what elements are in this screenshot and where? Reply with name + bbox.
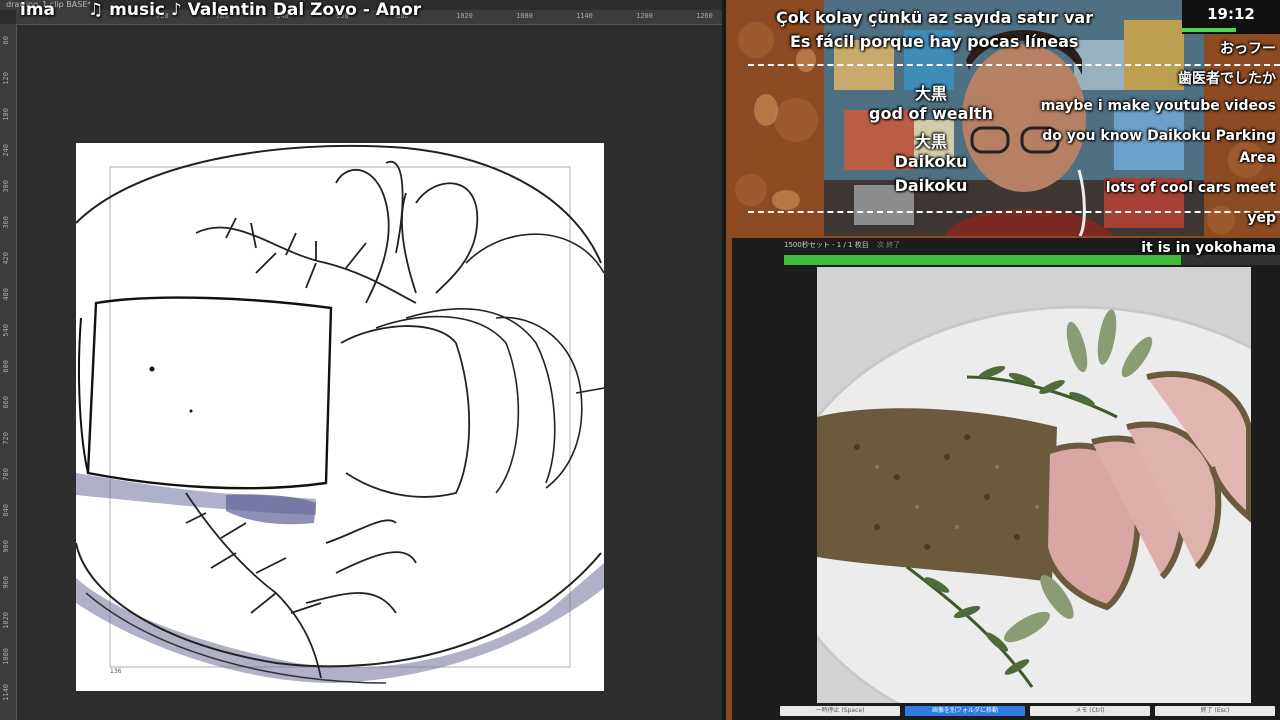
ruler-tick-label: 1020 [456, 12, 473, 20]
now-playing-music: ♫ music ♪ Valentin Dal Zovo - Anor [88, 0, 422, 20]
translation-line: 大黒 [914, 132, 947, 151]
chat-message: Area [1239, 150, 1276, 166]
plate-top-line [76, 144, 602, 264]
ruler-tick-label: 180 [2, 108, 10, 121]
translation-line: Daikoku [894, 176, 968, 195]
sage-leaves [335, 160, 479, 304]
chat-message: maybe i make youtube videos [1040, 98, 1276, 114]
ruler-tick-label: 600 [2, 360, 10, 373]
pause-button[interactable]: 一時停止 (Space) [780, 706, 900, 716]
reference-progress-bar [784, 255, 1181, 265]
reference-header-title: 1500秒セット - 1 / 1 枚目 [784, 241, 869, 249]
ruler-tick-label: 60 [2, 36, 10, 45]
ruler-tick-label: 420 [2, 252, 10, 265]
reference-viewer-app: 1500秒セット - 1 / 1 枚目 次 終了 一時停止 (Space) 画像… [732, 238, 1280, 720]
chat-message: lots of cool cars meet [1105, 180, 1276, 196]
chat-message: yep [1247, 210, 1276, 226]
chat-message: おっフー [1220, 41, 1276, 57]
canvas-corner-label: 136 [110, 668, 122, 675]
drawing-app: drawing_1.clip BASE* 720 780 840 900 960 1020… [0, 0, 722, 720]
ruler-tick-label: 1080 [516, 12, 533, 20]
subtitle-spanish: Es fácil porque hay pocas líneas [790, 32, 1079, 51]
drawing-canvas[interactable]: 136 [76, 143, 604, 691]
clock-time: 19:12 [1207, 5, 1255, 23]
ruler-tick-label: 300 [2, 180, 10, 193]
subtitle-divider-top [748, 64, 1280, 66]
reference-photo-roast-pork [817, 267, 1251, 703]
ruler-tick-label: 480 [2, 288, 10, 301]
slice-4 [495, 316, 583, 489]
ruler-tick-label: 900 [2, 540, 10, 553]
clock-progress-bar [1182, 28, 1236, 32]
roast-loaf-photo [817, 408, 1057, 582]
ruler-tick-label: 960 [2, 576, 10, 589]
ruler-tick-label: 240 [2, 144, 10, 157]
quit-button[interactable]: 終了 (Esc) [1155, 706, 1275, 716]
translation-line: Daikoku [894, 152, 968, 171]
chat-message: 歯医者でしたか [1178, 71, 1276, 87]
left-ruler: 60 120 180 240 300 360 420 480 540 600 660 720 780 84… [0, 24, 17, 720]
chat-message: it is in yokohama [1141, 240, 1276, 256]
ruler-tick-label: 840 [2, 504, 10, 517]
memo-button[interactable]: メモ (Ctrl) [1030, 706, 1150, 716]
ruler-tick-label: 1080 [2, 648, 10, 665]
translation-line: 大黒 [914, 84, 947, 103]
ruler-tick-label: 120 [2, 72, 10, 85]
slice-2 [375, 315, 520, 494]
stream-panel: Çok kolay çünkü az sayıda satır var Es f… [726, 0, 1280, 720]
stream-clock: 19:12 [1182, 0, 1280, 34]
sketch-artwork: 136 [76, 144, 604, 684]
ruler-tick-label: 1140 [2, 684, 10, 701]
ruler-tick-label: 1200 [636, 12, 653, 20]
ruler-tick-label: 780 [2, 468, 10, 481]
subtitle-divider-bottom [748, 211, 1280, 213]
plate-bottom-line [76, 542, 602, 668]
ruler-tick-label: 360 [2, 216, 10, 229]
ruler-tick-label: 720 [2, 432, 10, 445]
translation-line: god of wealth [869, 104, 993, 123]
ruler-tick-label: 660 [2, 396, 10, 409]
ruler-tick-label: 1260 [696, 12, 713, 20]
roast-loaf [86, 296, 333, 490]
subtitle-turkish: Çok kolay çünkü az sayıda satır var [776, 8, 1094, 27]
slice-3 [405, 307, 556, 484]
overlay-title: ima [20, 0, 56, 20]
canvas-frame-guide [109, 166, 571, 668]
ruler-tick-label: 540 [2, 324, 10, 337]
chat-message: do you know Daikoku Parking [1042, 128, 1276, 144]
slice-1 [340, 325, 471, 498]
move-image-button[interactable]: 画像を別フォルダに移動 [905, 706, 1025, 716]
wash-plate-bottom [76, 563, 604, 683]
ruler-tick-label: 1020 [2, 612, 10, 629]
ruler-tick-label: 1140 [576, 12, 593, 20]
reference-header-nav[interactable]: 次 終了 [877, 241, 900, 249]
